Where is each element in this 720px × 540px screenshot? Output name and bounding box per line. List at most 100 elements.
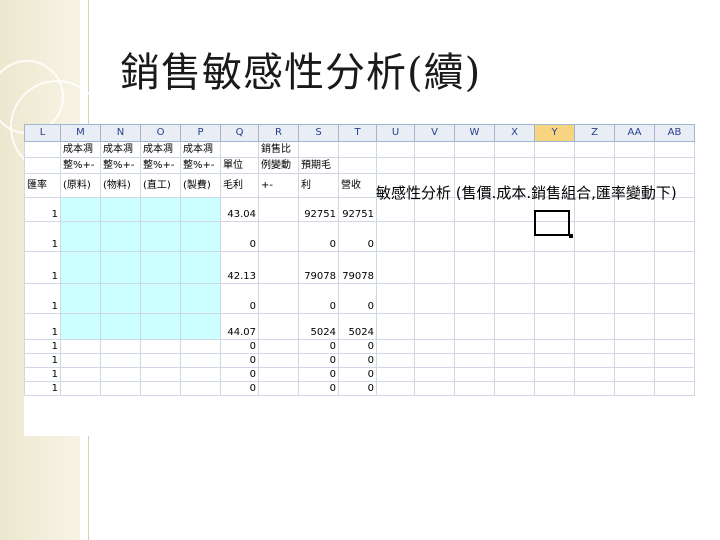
table-cell[interactable]: [180, 339, 221, 354]
header-cell[interactable]: 利: [298, 173, 339, 198]
table-cell[interactable]: [258, 283, 299, 314]
table-cell[interactable]: [60, 197, 101, 222]
column-header[interactable]: L: [24, 124, 61, 142]
table-cell[interactable]: [258, 313, 299, 340]
column-header[interactable]: Q: [220, 124, 259, 142]
header-cell[interactable]: [298, 141, 339, 158]
table-cell[interactable]: 92751: [298, 197, 339, 222]
header-cell[interactable]: [376, 157, 415, 174]
table-cell[interactable]: [494, 381, 535, 396]
table-cell[interactable]: [574, 353, 615, 368]
table-cell[interactable]: [534, 251, 575, 284]
table-cell[interactable]: [258, 339, 299, 354]
table-cell[interactable]: [654, 221, 695, 252]
table-cell[interactable]: 0: [338, 381, 377, 396]
table-cell[interactable]: [140, 221, 181, 252]
header-cell[interactable]: 成本凋: [100, 141, 141, 158]
header-cell[interactable]: [614, 141, 655, 158]
table-cell[interactable]: [414, 221, 455, 252]
table-cell[interactable]: [494, 221, 535, 252]
table-cell[interactable]: [614, 339, 655, 354]
header-cell[interactable]: 銷售比: [258, 141, 299, 158]
table-cell[interactable]: [454, 367, 495, 382]
table-cell[interactable]: [258, 251, 299, 284]
table-cell[interactable]: [258, 367, 299, 382]
header-cell[interactable]: [534, 141, 575, 158]
table-cell[interactable]: 1: [24, 381, 61, 396]
table-cell[interactable]: 0: [220, 283, 259, 314]
table-cell[interactable]: 0: [220, 381, 259, 396]
table-cell[interactable]: [180, 221, 221, 252]
table-cell[interactable]: [100, 283, 141, 314]
header-cell[interactable]: (物料): [100, 173, 141, 198]
header-cell[interactable]: 匯率: [24, 173, 61, 198]
table-cell[interactable]: [574, 367, 615, 382]
header-cell[interactable]: [414, 141, 455, 158]
header-cell[interactable]: 例變動: [258, 157, 299, 174]
table-cell[interactable]: [574, 339, 615, 354]
header-cell[interactable]: [220, 141, 259, 158]
table-cell[interactable]: 0: [298, 381, 339, 396]
column-header[interactable]: N: [100, 124, 141, 142]
table-cell[interactable]: [376, 381, 415, 396]
header-cell[interactable]: [654, 157, 695, 174]
header-cell[interactable]: 預期毛: [298, 157, 339, 174]
table-cell[interactable]: [180, 381, 221, 396]
header-cell[interactable]: [338, 141, 377, 158]
spreadsheet[interactable]: L M N O P Q R S T U V W X Y Z AA AB 成本凋 成本凋 成本凋 成本凋 銷售比 整%+- 整%…: [24, 124, 708, 436]
table-cell[interactable]: 0: [338, 367, 377, 382]
table-cell[interactable]: [454, 283, 495, 314]
table-cell[interactable]: [534, 313, 575, 340]
table-cell[interactable]: [180, 251, 221, 284]
table-cell[interactable]: 0: [220, 353, 259, 368]
header-cell[interactable]: 成本凋: [140, 141, 181, 158]
table-cell[interactable]: [414, 353, 455, 368]
table-cell[interactable]: [454, 353, 495, 368]
column-header[interactable]: Z: [574, 124, 615, 142]
table-cell[interactable]: [258, 221, 299, 252]
table-cell[interactable]: [574, 283, 615, 314]
table-cell[interactable]: 44.07: [220, 313, 259, 340]
table-cell[interactable]: [614, 221, 655, 252]
header-cell[interactable]: [494, 157, 535, 174]
column-header[interactable]: U: [376, 124, 415, 142]
header-cell[interactable]: 整%+-: [100, 157, 141, 174]
table-cell[interactable]: [258, 353, 299, 368]
table-cell[interactable]: 1: [24, 197, 61, 222]
table-cell[interactable]: 5024: [338, 313, 377, 340]
table-cell[interactable]: [60, 339, 101, 354]
table-cell[interactable]: 79078: [298, 251, 339, 284]
table-cell[interactable]: [454, 339, 495, 354]
table-cell[interactable]: 0: [220, 339, 259, 354]
column-header[interactable]: S: [298, 124, 339, 142]
header-cell[interactable]: [534, 157, 575, 174]
table-cell[interactable]: [414, 313, 455, 340]
table-cell[interactable]: [574, 221, 615, 252]
table-cell[interactable]: [140, 339, 181, 354]
table-cell[interactable]: [140, 251, 181, 284]
header-cell[interactable]: [574, 141, 615, 158]
table-cell[interactable]: [100, 353, 141, 368]
table-cell[interactable]: [100, 339, 141, 354]
table-cell[interactable]: 1: [24, 283, 61, 314]
table-cell[interactable]: [100, 251, 141, 284]
table-cell[interactable]: 0: [338, 283, 377, 314]
column-header[interactable]: R: [258, 124, 299, 142]
table-cell[interactable]: 0: [220, 221, 259, 252]
table-cell[interactable]: [534, 353, 575, 368]
table-cell[interactable]: [654, 381, 695, 396]
table-cell[interactable]: [574, 251, 615, 284]
header-cell[interactable]: +-: [258, 173, 299, 198]
table-cell[interactable]: [494, 367, 535, 382]
header-cell[interactable]: (直工): [140, 173, 181, 198]
table-cell[interactable]: 1: [24, 221, 61, 252]
column-header[interactable]: O: [140, 124, 181, 142]
header-cell[interactable]: [454, 157, 495, 174]
column-header[interactable]: W: [454, 124, 495, 142]
table-cell[interactable]: [140, 197, 181, 222]
table-cell[interactable]: 1: [24, 339, 61, 354]
header-cell[interactable]: 整%+-: [180, 157, 221, 174]
table-cell[interactable]: [100, 221, 141, 252]
table-cell[interactable]: [494, 251, 535, 284]
table-cell[interactable]: 1: [24, 367, 61, 382]
